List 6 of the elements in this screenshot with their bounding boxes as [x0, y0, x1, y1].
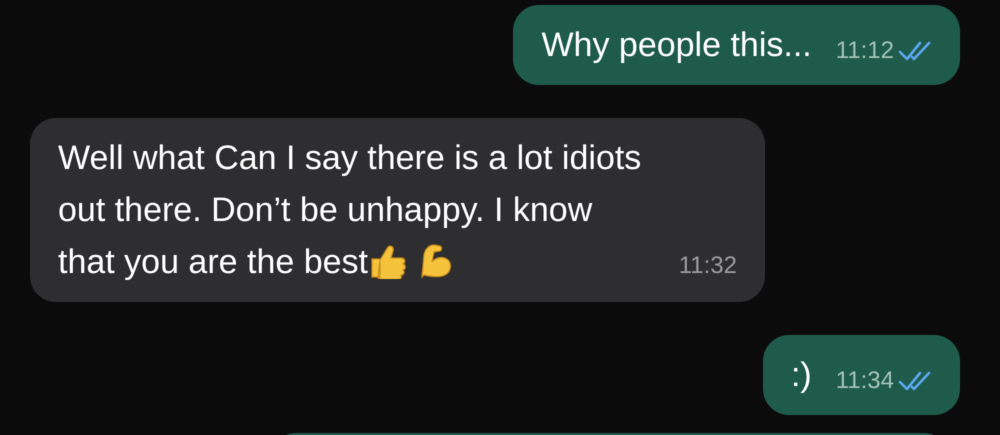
message-time: 11:32 — [678, 251, 737, 281]
message-text: Why people this... — [541, 25, 812, 66]
message-text: :) — [790, 355, 812, 396]
message-time: 11:12 — [836, 36, 894, 66]
message-time: 11:34 — [836, 366, 894, 396]
message-text: Well what Can I say there is a lot idiots out there. Don’t be unhappy. I know that you are the best — [58, 138, 642, 283]
